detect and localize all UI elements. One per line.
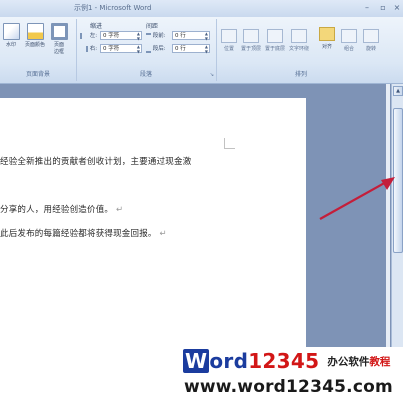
red-arrow-annotation — [319, 177, 395, 220]
arrow-head-icon — [381, 177, 395, 190]
watermark-brand: Word12345 — [183, 349, 319, 373]
tagline-part-1: 办公软件 — [327, 356, 370, 368]
watermark-url: www.word12345.com — [184, 377, 393, 397]
arrow-shaft — [319, 180, 389, 220]
watermark-tagline: 办公软件教程 — [327, 356, 390, 368]
brand-w: W — [183, 349, 210, 373]
brand-number: 12345 — [248, 349, 320, 373]
tagline-part-2: 教程 — [369, 356, 391, 368]
watermark-brand-row: Word12345 办公软件教程 — [183, 349, 390, 373]
brand-ord: ord — [209, 349, 249, 373]
